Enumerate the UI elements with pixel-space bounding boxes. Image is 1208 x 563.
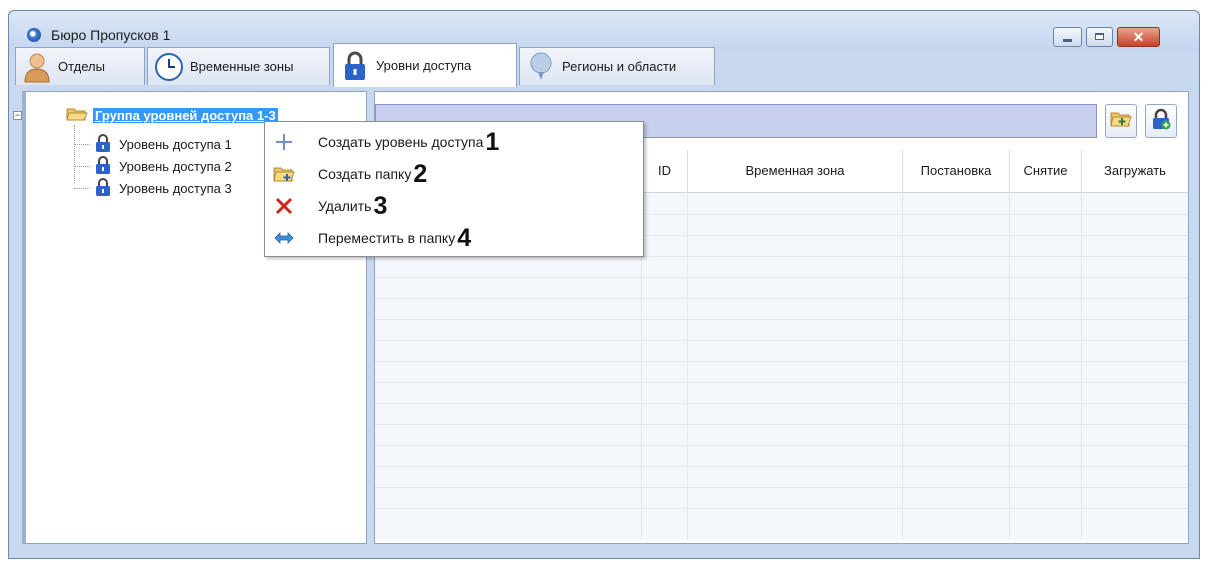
column-header-disarm[interactable]: Снятие: [1009, 150, 1081, 192]
menu-item-delete[interactable]: Удалить 3: [265, 190, 643, 222]
grid-divider: [375, 361, 1188, 362]
app-icon: [27, 28, 41, 42]
column-header-id[interactable]: ID: [641, 150, 687, 192]
tab-label: Регионы и области: [562, 59, 677, 74]
menu-item-label: Переместить в папку: [318, 230, 456, 246]
person-icon: [22, 52, 52, 82]
lock-icon: [95, 177, 111, 200]
folder-add-icon: [265, 158, 303, 190]
lock-icon: [95, 133, 111, 156]
tree-item[interactable]: Уровень доступа 2: [95, 155, 232, 178]
tree-connector: [74, 166, 90, 167]
delete-x-icon: [265, 190, 303, 222]
tree-item[interactable]: Уровень доступа 1: [95, 133, 232, 156]
callout-number: 2: [413, 160, 428, 188]
lock-add-icon: [1151, 108, 1171, 135]
maximize-button[interactable]: [1086, 27, 1113, 47]
grid-divider: [375, 487, 1188, 488]
context-menu: Создать уровень доступа 1 Создать папку …: [264, 121, 644, 257]
grid-divider: [375, 298, 1188, 299]
tree-group-label[interactable]: Группа уровней доступа 1-3: [93, 108, 278, 123]
tab-access-levels[interactable]: Уровни доступа: [333, 43, 517, 87]
close-icon: ✕: [1132, 29, 1145, 45]
balloon-icon: [526, 52, 556, 82]
lock-icon: [340, 51, 370, 81]
maximize-icon: [1095, 33, 1104, 40]
column-header-load[interactable]: Загружать: [1081, 150, 1188, 192]
grid-divider: [375, 508, 1188, 509]
tab-departments[interactable]: Отделы: [15, 47, 145, 85]
grid-divider: [375, 277, 1188, 278]
column-header-time-zone[interactable]: Временная зона: [687, 150, 902, 192]
grid-divider: [375, 403, 1188, 404]
menu-item-label: Создать папку: [318, 166, 412, 182]
tree-connector: [74, 125, 75, 183]
grid-divider: [375, 319, 1188, 320]
window-title: Бюро Пропусков 1: [51, 27, 171, 43]
menu-item-create-access-level[interactable]: Создать уровень доступа 1: [265, 126, 643, 158]
grid-divider: [375, 445, 1188, 446]
menu-item-create-folder[interactable]: Создать папку 2: [265, 158, 643, 190]
grid-divider: [375, 466, 1188, 467]
plus-icon: [265, 126, 303, 158]
tree-item[interactable]: Уровень доступа 3: [95, 177, 232, 200]
tab-label: Отделы: [58, 59, 105, 74]
tree-item-label: Уровень доступа 1: [119, 137, 232, 152]
clock-icon: [154, 52, 184, 82]
menu-item-move-to-folder[interactable]: Переместить в папку 4: [265, 222, 643, 254]
grid-divider: [375, 340, 1188, 341]
callout-number: 3: [373, 192, 388, 220]
tree-connector: [74, 188, 90, 189]
tab-label: Временные зоны: [190, 59, 294, 74]
add-access-level-button[interactable]: [1145, 104, 1177, 138]
lock-icon: [95, 155, 111, 178]
tab-regions[interactable]: Регионы и области: [519, 47, 715, 85]
folder-add-icon: [1110, 110, 1132, 133]
minimize-button[interactable]: [1053, 27, 1082, 47]
grid-divider: [375, 382, 1188, 383]
callout-number: 4: [457, 224, 472, 252]
move-arrows-icon: [265, 222, 303, 254]
tree-item-label: Уровень доступа 2: [119, 159, 232, 174]
tree-item-label: Уровень доступа 3: [119, 181, 232, 196]
menu-item-label: Удалить: [318, 198, 372, 214]
collapse-toggle[interactable]: −: [13, 111, 22, 120]
menu-item-label: Создать уровень доступа: [318, 134, 484, 150]
callout-number: 1: [485, 128, 500, 156]
tab-label: Уровни доступа: [376, 58, 472, 73]
tree-connector: [74, 144, 90, 145]
add-folder-button[interactable]: [1105, 104, 1137, 138]
title-bar[interactable]: Бюро Пропусков 1 ✕: [9, 11, 1199, 51]
tab-time-zones[interactable]: Временные зоны: [147, 47, 330, 85]
minimize-icon: [1063, 39, 1072, 42]
close-button[interactable]: ✕: [1117, 27, 1160, 47]
column-header-arm[interactable]: Постановка: [902, 150, 1009, 192]
tree-group-node[interactable]: Группа уровней доступа 1-3: [66, 106, 278, 125]
grid-divider: [375, 424, 1188, 425]
folder-open-icon: [66, 106, 88, 125]
